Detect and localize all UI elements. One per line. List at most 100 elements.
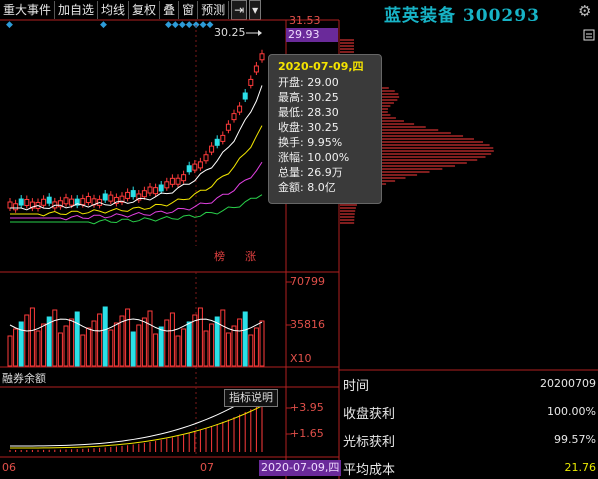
volume-bar: [57, 332, 63, 367]
volume-bar: [169, 312, 175, 367]
volume-bar: [52, 309, 58, 367]
tooltip-date: 2020-07-09,四: [278, 60, 364, 73]
chip-time-label: 时间: [343, 379, 370, 394]
volume-bar: [24, 314, 30, 367]
price-axis-current: 29.93: [286, 28, 338, 42]
ma5-line: [10, 85, 263, 211]
volume-bar: [35, 330, 41, 367]
candle-body: [259, 53, 265, 61]
candle-body: [214, 138, 220, 146]
chip-close-profit-label: 收盘获利: [343, 407, 396, 422]
tooltip-close: 收盘: 30.25: [278, 121, 339, 134]
volume-bar: [153, 333, 159, 367]
indicator-axis-mid: +1.65: [290, 427, 324, 440]
candle-body: [46, 196, 52, 204]
volume-bar: [209, 323, 215, 367]
candle-body: [231, 113, 237, 121]
candle-body: [175, 177, 181, 185]
tooltip-turnover: 换手: 9.95%: [278, 136, 343, 149]
volume-bar: [74, 311, 80, 367]
indicator-signal-line: [10, 405, 263, 449]
chip-avg-cost-label: 平均成本: [343, 463, 396, 478]
badge-list[interactable]: 榜: [214, 248, 225, 264]
volume-bar: [130, 331, 136, 367]
volume-bar: [80, 334, 86, 367]
volume-bar: [225, 332, 231, 367]
candle-body: [192, 163, 198, 171]
volume-bar: [248, 334, 254, 367]
candle-body: [197, 161, 203, 169]
candle-body: [102, 193, 108, 201]
volume-bar: [158, 326, 164, 367]
tooltip-lines: 开盘: 29.00 最高: 30.25 最低: 28.30 收盘: 30.25 …: [278, 75, 349, 195]
candle-body: [130, 190, 136, 198]
candle-body: [186, 165, 192, 173]
x-axis-label: 07: [200, 461, 214, 474]
volume-bar: [175, 335, 181, 367]
candle-body: [253, 65, 259, 73]
candle-body: [125, 191, 131, 199]
tooltip-open: 开盘: 29.00: [278, 76, 339, 89]
tooltip-change: 涨幅: 10.00%: [278, 151, 350, 164]
volume-bar: [18, 321, 24, 367]
chip-cursor-profit-value: 99.57%: [554, 433, 596, 446]
candle-body: [220, 134, 226, 142]
candle-body: [147, 186, 153, 194]
volume-bar: [7, 335, 13, 367]
volume-bar: [125, 308, 131, 367]
tooltip-high: 最高: 30.25: [278, 91, 339, 104]
volume-bar: [192, 314, 198, 367]
candle-body: [209, 145, 215, 153]
candle-body: [69, 198, 75, 206]
volume-bar: [197, 307, 203, 367]
volume-bar: [113, 322, 119, 367]
candle-body: [158, 184, 164, 192]
volume-bar: [237, 318, 243, 367]
candle-body: [24, 198, 30, 206]
volume-bar: [46, 316, 52, 367]
volume-bar: [136, 324, 142, 367]
badge-limit-up[interactable]: 涨: [245, 248, 256, 264]
volume-bar: [63, 325, 69, 367]
candle-body: [13, 203, 19, 211]
volume-bar: [231, 325, 237, 367]
volume-bar: [259, 320, 265, 367]
volume-bar: [108, 329, 114, 367]
volume-bar: [186, 321, 192, 367]
candle-body: [242, 92, 248, 100]
tooltip-low: 最低: 28.30: [278, 106, 339, 119]
volume-bar: [242, 311, 248, 367]
volume-bar: [147, 310, 153, 367]
volume-bar: [141, 317, 147, 367]
candle-body: [203, 154, 209, 162]
volume-bar: [29, 307, 35, 367]
chip-avg-cost-value: 21.76: [564, 461, 597, 474]
candle-body: [237, 105, 243, 113]
volume-bar: [69, 318, 75, 367]
volume-bar: [102, 306, 108, 367]
indicator-panel-label[interactable]: 融券余额: [2, 370, 46, 386]
volume-bar: [85, 327, 91, 367]
candle-body: [85, 196, 91, 204]
candle-body: [63, 197, 69, 205]
volume-axis-mid: 35816: [290, 318, 325, 331]
indicator-axis-top: +3.95: [290, 401, 324, 414]
candle-body: [225, 123, 231, 131]
candle-body: [181, 174, 187, 182]
volume-bar: [41, 323, 47, 367]
candle-body: [41, 198, 47, 206]
tooltip-amount: 金额: 8.0亿: [278, 181, 336, 194]
volume-bar: [91, 320, 97, 367]
volume-bar: [253, 327, 259, 367]
volume-bar: [214, 316, 220, 367]
candle-body: [80, 198, 86, 206]
tooltip-volume: 总量: 26.9万: [278, 166, 343, 179]
candle-body: [153, 187, 159, 195]
candle-body: [108, 194, 114, 202]
candle-body: [164, 181, 170, 189]
candle-body: [169, 177, 175, 185]
indicator-help-button[interactable]: 指标说明: [224, 389, 278, 407]
volume-bar: [203, 330, 209, 367]
candle-body: [248, 78, 254, 86]
x-axis-label: 06: [2, 461, 16, 474]
